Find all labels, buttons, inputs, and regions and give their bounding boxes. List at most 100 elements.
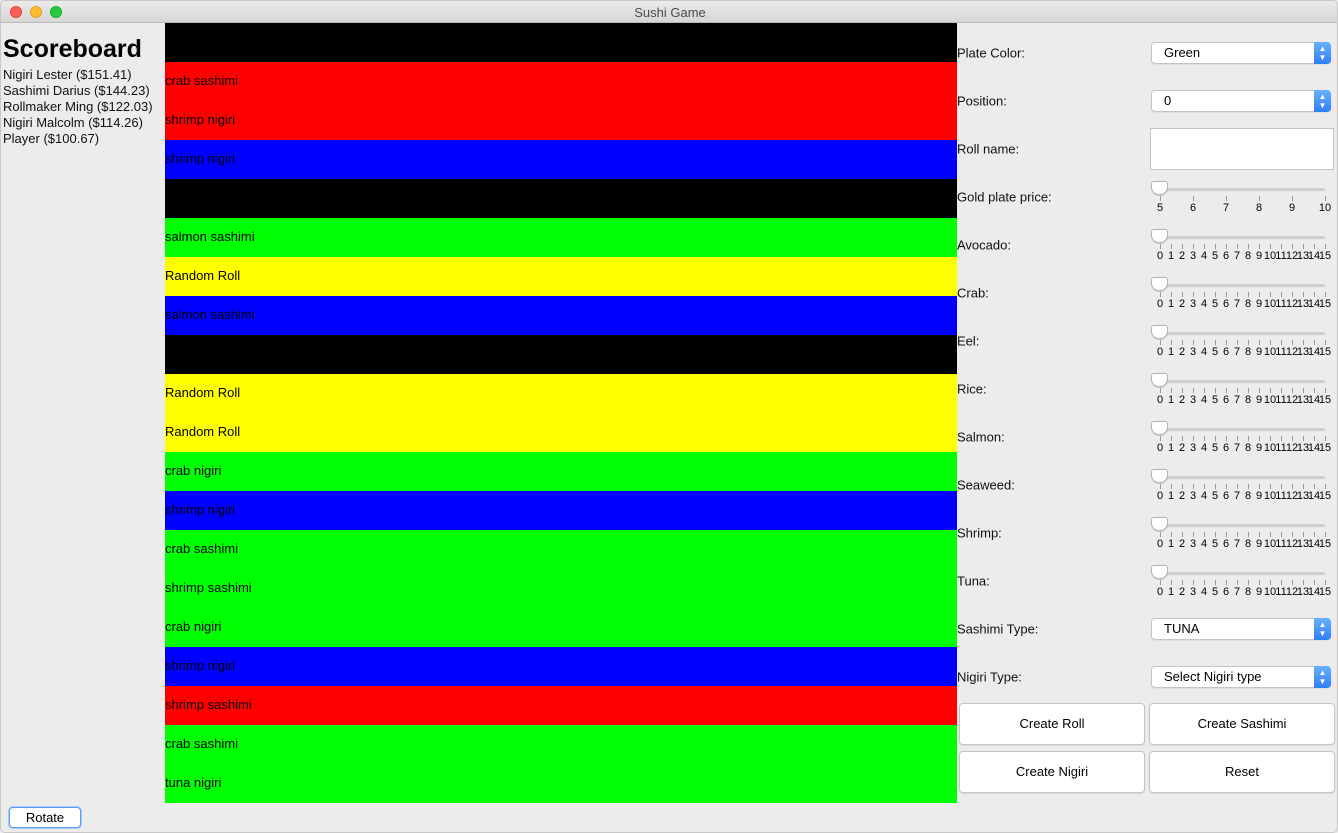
ingredient-slider[interactable]: 0 1 2 3 4 5 6 7 8 9 10 11 12 13 14 15	[1151, 323, 1335, 363]
slider-tick	[1171, 244, 1172, 249]
belt-plate: crab nigiri	[165, 608, 957, 647]
gold-price-slider[interactable]: 5 6 7 8 9 10	[1151, 179, 1335, 219]
slider-tick-label: 1	[1167, 538, 1175, 550]
plate-label: tuna nigiri	[165, 775, 222, 790]
belt-plate: shrimp nigiri	[165, 140, 957, 179]
slider-thumb[interactable]	[1151, 229, 1168, 243]
slider-tick	[1182, 388, 1183, 393]
slider-tick-label: 9	[1255, 346, 1263, 358]
belt-plate	[165, 23, 957, 62]
slider-tick	[1160, 580, 1161, 585]
slider-tick	[1270, 388, 1271, 393]
slider-thumb[interactable]	[1151, 373, 1168, 387]
slider-tick	[1314, 532, 1315, 537]
rotate-button[interactable]: Rotate	[9, 807, 81, 828]
slider-tick-label: 0	[1156, 346, 1164, 358]
roll-name-input[interactable]	[1150, 128, 1334, 170]
slider-tick	[1215, 340, 1216, 345]
slider-thumb[interactable]	[1151, 469, 1168, 483]
slider-tick-label: 3	[1189, 346, 1197, 358]
plate-color-select[interactable]: Green ▲ ▼	[1151, 42, 1331, 64]
slider-tick-label: 0	[1156, 250, 1164, 262]
belt-plate: tuna nigiri	[165, 764, 957, 803]
slider-tick-label: 10	[1263, 490, 1277, 502]
slider-tick	[1270, 436, 1271, 441]
slider-tick	[1193, 340, 1194, 345]
slider-tick	[1270, 340, 1271, 345]
ingredient-slider[interactable]: 0 1 2 3 4 5 6 7 8 9 10 11 12 13 14 15	[1151, 515, 1335, 555]
slider-tick	[1171, 388, 1172, 393]
ingredient-slider[interactable]: 0 1 2 3 4 5 6 7 8 9 10 11 12 13 14 15	[1151, 467, 1335, 507]
slider-tick-label: 7	[1233, 538, 1241, 550]
slider-tick-label: 7	[1233, 586, 1241, 598]
slider-tick-label: 7	[1233, 298, 1241, 310]
slider-tick	[1237, 292, 1238, 297]
belt-plate: shrimp nigiri	[165, 491, 957, 530]
ingredient-slider[interactable]: 0 1 2 3 4 5 6 7 8 9 10 11 12 13 14 15	[1151, 371, 1335, 411]
slider-tick-label: 5	[1211, 394, 1219, 406]
slider-tick	[1314, 292, 1315, 297]
slider-tick	[1193, 436, 1194, 441]
slider-tick	[1248, 580, 1249, 585]
slider-tick	[1226, 388, 1227, 393]
slider-tick	[1182, 580, 1183, 585]
plate-label: shrimp nigiri	[165, 502, 236, 517]
slider-tick-label: 10	[1263, 250, 1277, 262]
belt-plate: shrimp nigiri	[165, 101, 957, 140]
ingredient-slider[interactable]: 0 1 2 3 4 5 6 7 8 9 10 11 12 13 14 15	[1151, 227, 1335, 267]
slider-tick	[1259, 436, 1260, 441]
slider-tick	[1270, 580, 1271, 585]
slider-tick-label: 4	[1200, 586, 1208, 598]
slider-thumb[interactable]	[1151, 325, 1168, 339]
create-roll-button[interactable]: Create Roll	[959, 703, 1145, 745]
slider-tick-label: 7	[1233, 490, 1241, 502]
slider-tick-label: 7	[1233, 442, 1241, 454]
ingredient-slider[interactable]: 0 1 2 3 4 5 6 7 8 9 10 11 12 13 14 15	[1151, 275, 1335, 315]
slider-thumb[interactable]	[1151, 517, 1168, 531]
scoreboard-entry: Nigiri Lester ($151.41)	[3, 67, 132, 82]
slider-tick-label: 10	[1318, 202, 1332, 214]
slider-thumb[interactable]	[1151, 421, 1168, 435]
slider-tick-label: 4	[1200, 250, 1208, 262]
slider-tick-label: 6	[1222, 298, 1230, 310]
slider-tick	[1259, 532, 1260, 537]
slider-tick	[1314, 580, 1315, 585]
nigiri-type-select[interactable]: Select Nigiri type ▲ ▼	[1151, 666, 1331, 688]
sashimi-type-select[interactable]: TUNA ▲ ▼	[1151, 618, 1331, 640]
plate-color-row: Plate Color: Green ▲ ▼	[957, 29, 1337, 77]
slider-tick-label: 0	[1156, 586, 1164, 598]
slider-tick-label: 4	[1200, 538, 1208, 550]
slider-thumb[interactable]	[1151, 277, 1168, 291]
slider-tick	[1160, 484, 1161, 489]
reset-button[interactable]: Reset	[1149, 751, 1335, 793]
slider-tick	[1193, 484, 1194, 489]
slider-tick	[1226, 292, 1227, 297]
slider-tick	[1193, 580, 1194, 585]
slider-tick	[1226, 532, 1227, 537]
slider-tick-label: 0	[1156, 442, 1164, 454]
slider-tick-label: 15	[1318, 586, 1332, 598]
slider-tick-label: 0	[1156, 490, 1164, 502]
ingredient-slider[interactable]: 0 1 2 3 4 5 6 7 8 9 10 11 12 13 14 15	[1151, 563, 1335, 603]
ingredient-slider[interactable]: 0 1 2 3 4 5 6 7 8 9 10 11 12 13 14 15	[1151, 419, 1335, 459]
belt-plate: salmon sashimi	[165, 218, 957, 257]
title-bar: Sushi Game	[1, 1, 1337, 23]
slider-tick-label: 1	[1167, 346, 1175, 358]
slider-tick	[1215, 292, 1216, 297]
slider-thumb[interactable]	[1151, 181, 1168, 195]
slider-tick-label: 4	[1200, 298, 1208, 310]
slider-tick	[1160, 196, 1161, 201]
plate-label: crab sashimi	[165, 541, 238, 556]
slider-tick-label: 0	[1156, 394, 1164, 406]
create-nigiri-button[interactable]: Create Nigiri	[959, 751, 1145, 793]
ingredient-row: Rice: 0 1 2 3 4 5 6 7 8 9 10 11 12 13 14 15	[957, 365, 1337, 413]
position-select[interactable]: 0 ▲ ▼	[1151, 90, 1331, 112]
ingredient-label: Crab:	[957, 285, 989, 301]
create-sashimi-button[interactable]: Create Sashimi	[1149, 703, 1335, 745]
slider-tick	[1248, 388, 1249, 393]
slider-tick	[1237, 436, 1238, 441]
slider-thumb[interactable]	[1151, 565, 1168, 579]
slider-tick-label: 6	[1222, 250, 1230, 262]
slider-tick	[1171, 532, 1172, 537]
slider-tick-label: 2	[1178, 442, 1186, 454]
